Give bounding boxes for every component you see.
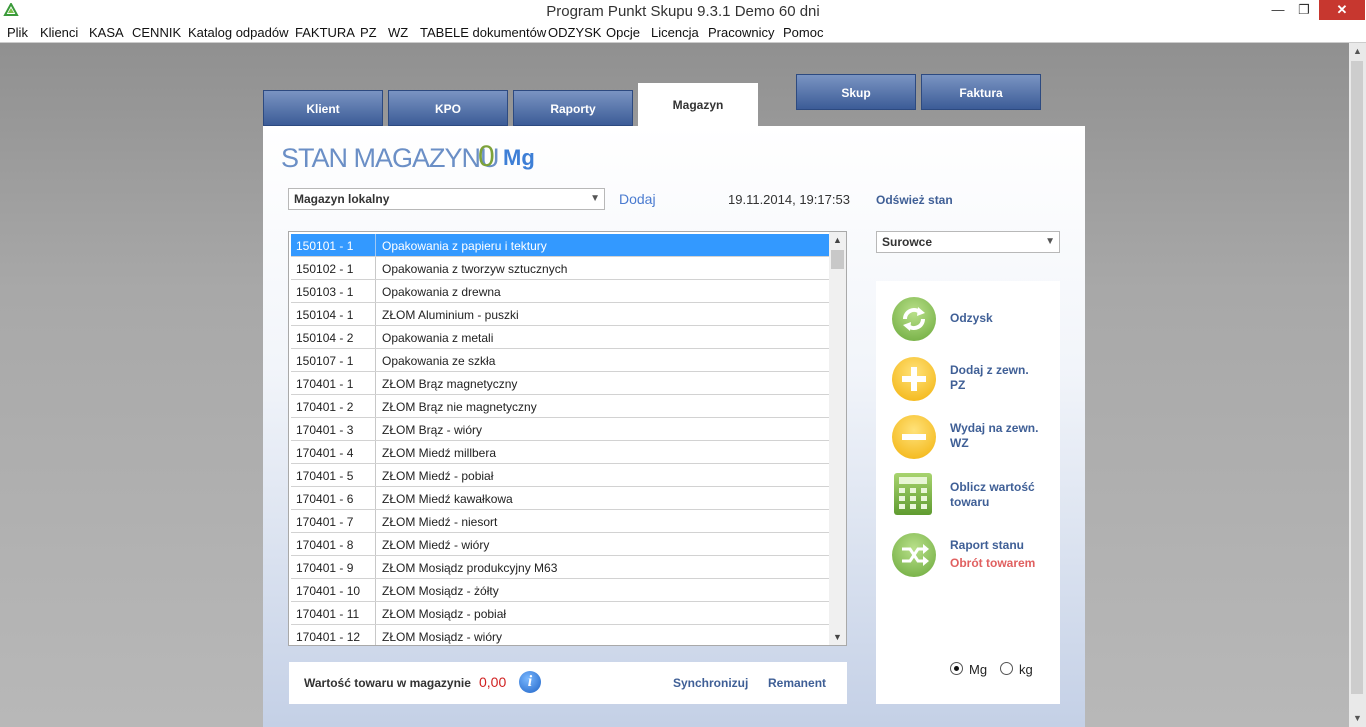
list-item[interactable]: 170401 - 2 ZŁOM Brąz nie magnetyczny bbox=[291, 395, 829, 418]
stock-unit: Mg bbox=[503, 145, 535, 170]
stock-value-box: Wartość towaru w magazynie 0,00 i Synchr… bbox=[289, 662, 847, 704]
menu-wz[interactable]: WZ bbox=[388, 25, 408, 40]
list-item[interactable]: 170401 - 12 ZŁOM Mosiądz - wióry bbox=[291, 625, 829, 645]
close-button[interactable]: ✕ bbox=[1319, 0, 1365, 20]
chevron-down-icon: ▼ bbox=[1045, 236, 1055, 247]
list-item[interactable]: 170401 - 10 ZŁOM Mosiądz - żółty bbox=[291, 579, 829, 602]
list-item[interactable]: 170401 - 4 ZŁOM Miedź millbera bbox=[291, 441, 829, 464]
issue-external-wz-link[interactable]: Wydaj na zewn. WZ bbox=[950, 421, 1038, 451]
scroll-thumb[interactable] bbox=[1351, 61, 1363, 694]
stock-report-link[interactable]: Raport stanu bbox=[950, 538, 1024, 553]
warehouse-select-value: Magazyn lokalny bbox=[294, 192, 390, 206]
menu-pomoc[interactable]: Pomoc bbox=[783, 25, 823, 40]
menu-opcje[interactable]: Opcje bbox=[606, 25, 640, 40]
category-select[interactable]: Surowce ▼ bbox=[876, 231, 1060, 253]
list-scroll-thumb[interactable] bbox=[831, 250, 844, 269]
menu-pz[interactable]: PZ bbox=[360, 25, 377, 40]
recycle-arrows-icon[interactable] bbox=[892, 297, 936, 341]
menu-kasa[interactable]: KASA bbox=[89, 25, 124, 40]
menu-faktura[interactable]: FAKTURA bbox=[295, 25, 355, 40]
unit-mg-radio[interactable] bbox=[950, 662, 963, 675]
synchronize-link[interactable]: Synchronizuj bbox=[673, 676, 748, 690]
list-item[interactable]: 150104 - 1 ZŁOM Aluminium - puszki bbox=[291, 303, 829, 326]
tab-kpo[interactable]: KPO bbox=[388, 90, 508, 126]
shuffle-icon[interactable] bbox=[892, 533, 936, 577]
menu-katalog-odpadow[interactable]: Katalog odpadów bbox=[188, 25, 288, 40]
list-item[interactable]: 170401 - 1 ZŁOM Brąz magnetyczny bbox=[291, 372, 829, 395]
window-title: Program Punkt Skupu 9.3.1 Demo 60 dni bbox=[546, 3, 820, 20]
menu-cennik[interactable]: CENNIK bbox=[132, 25, 181, 40]
list-item[interactable]: 170401 - 8 ZŁOM Miedź - wióry bbox=[291, 533, 829, 556]
minimize-button[interactable]: — bbox=[1264, 0, 1292, 20]
menu-pracownicy[interactable]: Pracownicy bbox=[708, 25, 774, 40]
tab-magazyn[interactable]: Magazyn bbox=[638, 83, 758, 127]
actions-panel: Odzysk Dodaj z zewn. PZ Wydaj na zewn. W… bbox=[876, 281, 1060, 704]
goods-turnover-link[interactable]: Obrót towarem bbox=[950, 556, 1035, 571]
list-item[interactable]: 170401 - 11 ZŁOM Mosiądz - pobiał bbox=[291, 602, 829, 625]
list-item[interactable]: 150101 - 1 Opakowania z papieru i tektury bbox=[291, 234, 829, 257]
remanent-link[interactable]: Remanent bbox=[768, 676, 826, 690]
tab-raporty[interactable]: Raporty bbox=[513, 90, 633, 126]
menu-plik[interactable]: Plik bbox=[7, 25, 28, 40]
maximize-button[interactable]: ❐ bbox=[1292, 0, 1316, 20]
scroll-up-arrow-icon[interactable]: ▲ bbox=[829, 232, 846, 249]
list-item[interactable]: 170401 - 9 ZŁOM Mosiądz produkcyjny M63 bbox=[291, 556, 829, 579]
calculate-value-link[interactable]: Oblicz wartość towaru bbox=[950, 480, 1035, 510]
list-item[interactable]: 150104 - 2 Opakowania z metali bbox=[291, 326, 829, 349]
scroll-up-arrow-icon[interactable]: ▲ bbox=[1349, 43, 1366, 60]
list-item[interactable]: 150107 - 1 Opakowania ze szkła bbox=[291, 349, 829, 372]
unit-kg-label: kg bbox=[1019, 662, 1033, 677]
stock-value: 0 bbox=[478, 140, 495, 173]
unit-mg-label: Mg bbox=[969, 662, 988, 677]
faktura-button[interactable]: Faktura bbox=[921, 74, 1041, 110]
menu-klienci[interactable]: Klienci bbox=[40, 25, 78, 40]
skup-button[interactable]: Skup bbox=[796, 74, 916, 110]
calculator-icon[interactable] bbox=[894, 473, 932, 515]
window-scrollbar[interactable]: ▲ ▼ bbox=[1349, 43, 1366, 727]
category-select-value: Surowce bbox=[882, 235, 933, 249]
list-item[interactable]: 150103 - 1 Opakowania z drewna bbox=[291, 280, 829, 303]
warehouse-select[interactable]: Magazyn lokalny ▼ bbox=[288, 188, 605, 210]
datetime-label: 19.11.2014, 19:17:53 bbox=[728, 192, 850, 207]
title-bar: Program Punkt Skupu 9.3.1 Demo 60 dni — … bbox=[0, 0, 1366, 23]
chevron-down-icon: ▼ bbox=[590, 193, 600, 204]
menu-tabele-dokumentow[interactable]: TABELE dokumentów bbox=[420, 25, 546, 40]
add-warehouse-link[interactable]: Dodaj bbox=[619, 191, 656, 207]
menu-odzysk[interactable]: ODZYSK bbox=[548, 25, 601, 40]
menu-bar: Plik Klienci KASA CENNIK Katalog odpadów… bbox=[0, 22, 1366, 43]
items-list[interactable]: 150101 - 1 Opakowania z papieru i tektury… bbox=[288, 231, 847, 646]
menu-licencja[interactable]: Licencja bbox=[651, 25, 699, 40]
stock-value-label: Wartość towaru w magazynie bbox=[304, 676, 471, 690]
stock-value-amount: 0,00 bbox=[479, 674, 507, 690]
list-item[interactable]: 150102 - 1 Opakowania z tworzyw sztucznyc… bbox=[291, 257, 829, 280]
info-icon[interactable]: i bbox=[519, 671, 541, 693]
list-item[interactable]: 170401 - 5 ZŁOM Miedź - pobiał bbox=[291, 464, 829, 487]
list-scrollbar[interactable]: ▲ ▼ bbox=[829, 232, 846, 645]
minus-icon[interactable] bbox=[892, 415, 936, 459]
list-item[interactable]: 170401 - 7 ZŁOM Miedź - niesort bbox=[291, 510, 829, 533]
refresh-stock-link[interactable]: Odśwież stan bbox=[876, 193, 953, 207]
odzysk-link[interactable]: Odzysk bbox=[950, 311, 993, 326]
list-item[interactable]: 170401 - 3 ZŁOM Brąz - wióry bbox=[291, 418, 829, 441]
scroll-down-arrow-icon[interactable]: ▼ bbox=[829, 629, 846, 645]
stock-title: STAN MAGAZYNU bbox=[281, 143, 500, 173]
list-item[interactable]: 170401 - 6 ZŁOM Miedź kawałkowa bbox=[291, 487, 829, 510]
plus-icon[interactable] bbox=[892, 357, 936, 401]
add-external-pz-link[interactable]: Dodaj z zewn. PZ bbox=[950, 363, 1029, 393]
scroll-down-arrow-icon[interactable]: ▼ bbox=[1349, 710, 1366, 727]
unit-kg-radio[interactable] bbox=[1000, 662, 1013, 675]
page-title: STAN MAGAZYNU 0 Mg bbox=[281, 140, 535, 174]
tab-klient[interactable]: Klient bbox=[263, 90, 383, 126]
